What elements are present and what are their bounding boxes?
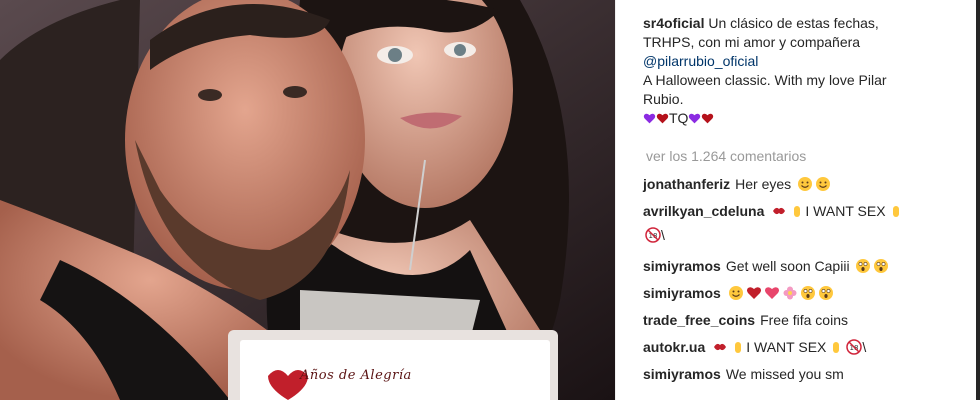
surprised-emoji-icon — [856, 259, 871, 273]
comment-item: autokr.ua I WANT SEX 18\ — [643, 338, 973, 365]
caption-username[interactable]: sr4oficial — [643, 15, 704, 31]
comment-item: avrilkyan_cdeluna I WANT SEX 18\ — [643, 202, 973, 257]
comment-tail: \ — [862, 339, 867, 355]
caption-hearts-line: TQ — [643, 109, 963, 128]
flower-emoji-icon — [783, 286, 797, 300]
comment-text: Her eyes — [735, 176, 792, 192]
hand-emoji-icon — [794, 206, 801, 217]
selfie-illustration — [0, 0, 615, 400]
hearts-emoji-icon — [746, 287, 761, 299]
hearts-emoji-icon — [764, 287, 779, 299]
purple-heart-icon — [643, 113, 656, 124]
comment-text: Free fifa coins — [760, 312, 848, 328]
surprised-emoji-icon — [874, 259, 889, 273]
smile-emoji-icon — [816, 177, 831, 191]
comment-username[interactable]: trade_free_coins — [643, 312, 755, 328]
hand-emoji-icon — [735, 342, 742, 353]
caption-line-1: Un clásico de estas fechas, — [708, 15, 879, 31]
caption-line-4: A Halloween classic. With my love Pilar — [643, 72, 887, 88]
comment-item: simiyramos — [643, 284, 973, 311]
comment-list: jonathanferiz Her eyes avrilkyan_cdeluna I… — [643, 175, 973, 392]
hand-emoji-icon — [892, 206, 899, 217]
comment-text: Get well soon Capiii — [725, 258, 850, 274]
comment-text: I WANT SEX — [746, 339, 827, 355]
red-heart-icon — [656, 113, 669, 124]
surprised-emoji-icon — [818, 286, 833, 300]
under18-emoji-icon: 18 — [846, 339, 863, 355]
comment-username[interactable]: jonathanferiz — [643, 176, 730, 192]
caption-tq: TQ — [669, 110, 689, 126]
post-photo[interactable]: Años de Alegría — [0, 0, 615, 400]
comment-text: We missed you sm — [725, 366, 844, 382]
caption-line-5: Rubio. — [643, 91, 684, 107]
comment-tail: \ — [661, 227, 665, 243]
comments-panel: sr4oficial Un clásico de estas fechas, T… — [615, 0, 980, 400]
red-heart-icon — [702, 113, 714, 124]
instagram-post-view: Años de Alegría sr4oficial Un clásico de… — [0, 0, 980, 400]
comment-username[interactable]: avrilkyan_cdeluna — [643, 203, 764, 219]
surprised-emoji-icon — [800, 286, 815, 300]
kiss-emoji-icon — [714, 343, 727, 351]
smile-emoji-icon — [728, 286, 743, 300]
window-edge — [976, 0, 980, 400]
comment-item: simiyramos We missed you sm — [643, 365, 973, 392]
comment-item: jonathanferiz Her eyes — [643, 175, 973, 202]
comment-username[interactable]: simiyramos — [643, 366, 721, 382]
comment-username[interactable]: simiyramos — [643, 285, 721, 301]
kiss-emoji-icon — [773, 207, 786, 215]
caption-mention-link[interactable]: @pilarrubio_oficial — [643, 52, 963, 71]
comment-item: trade_free_coins Free fifa coins — [643, 311, 973, 338]
view-all-comments-link[interactable]: ver los 1.264 comentarios — [646, 148, 806, 164]
hand-emoji-icon — [833, 342, 840, 353]
under18-emoji-icon: 18 — [645, 227, 661, 243]
caption-line-2: TRHPS, con mi amor y compañera — [643, 34, 861, 50]
comment-item: simiyramos Get well soon Capiii — [643, 257, 973, 284]
comment-username[interactable]: autokr.ua — [643, 339, 705, 355]
comment-text: I WANT SEX — [805, 203, 886, 219]
comment-second-line: 18\ — [643, 226, 665, 245]
dvd-title-text: Años de Alegría — [300, 368, 412, 383]
smile-emoji-icon — [798, 177, 813, 191]
purple-heart-icon — [689, 113, 701, 124]
comment-username[interactable]: simiyramos — [643, 258, 721, 274]
post-caption: sr4oficial Un clásico de estas fechas, T… — [643, 14, 963, 128]
